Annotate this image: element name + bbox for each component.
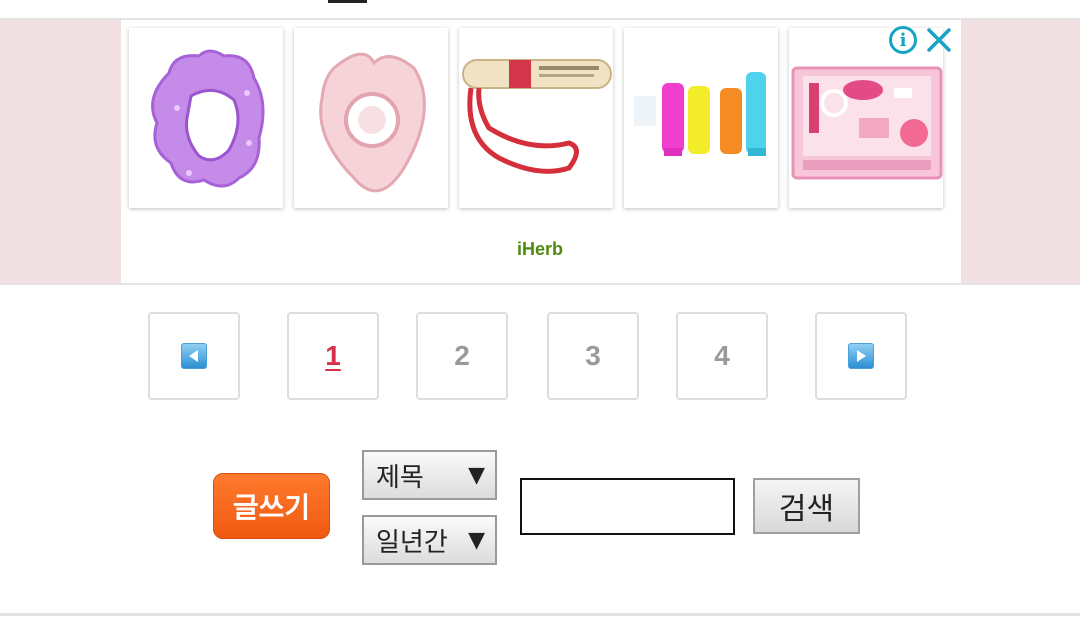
close-icon[interactable] [925,26,953,54]
prev-page-button[interactable] [148,312,240,400]
page-button-3[interactable]: 3 [547,312,639,400]
ad-product-grooming-kit[interactable] [789,28,943,208]
right-arrow-icon [848,343,874,369]
period-select[interactable]: 일년간 ▼ [362,515,497,565]
page-button-1[interactable]: 1 [287,312,379,400]
ad-product-colored-bottles[interactable] [624,28,778,208]
search-button[interactable]: 검색 [753,478,860,534]
info-icon[interactable]: i [889,26,917,54]
dropdown-caret-icon: ▼ [468,462,485,488]
search-field-select-value: 제목 [376,462,424,493]
page-button-4[interactable]: 4 [676,312,768,400]
ad-panel[interactable]: i iHerb [121,20,961,283]
colored-bottles-image [634,72,766,156]
pink-teether-image [319,52,426,193]
ad-banner-area: i iHerb [0,20,1080,283]
divider [0,613,1080,616]
ad-product-purple-teether[interactable] [129,28,283,208]
search-field-select[interactable]: 제목 ▼ [362,450,497,500]
ad-product-pink-teether[interactable] [294,28,448,208]
tube-with-lanyard-image [462,59,612,174]
purple-teether-image [151,49,265,188]
pink-grooming-kit-image [791,66,943,180]
page-button-2[interactable]: 2 [416,312,508,400]
divider [0,283,1080,285]
write-post-button[interactable]: 글쓰기 [213,473,330,539]
top-tab-indicator [328,0,367,3]
left-arrow-icon [181,343,207,369]
search-input[interactable] [520,478,735,535]
period-select-value: 일년간 [376,527,448,558]
next-page-button[interactable] [815,312,907,400]
ad-product-tube-lanyard[interactable] [459,28,613,208]
dropdown-caret-icon: ▼ [468,527,485,553]
ad-brand-logo[interactable]: iHerb [517,239,563,260]
